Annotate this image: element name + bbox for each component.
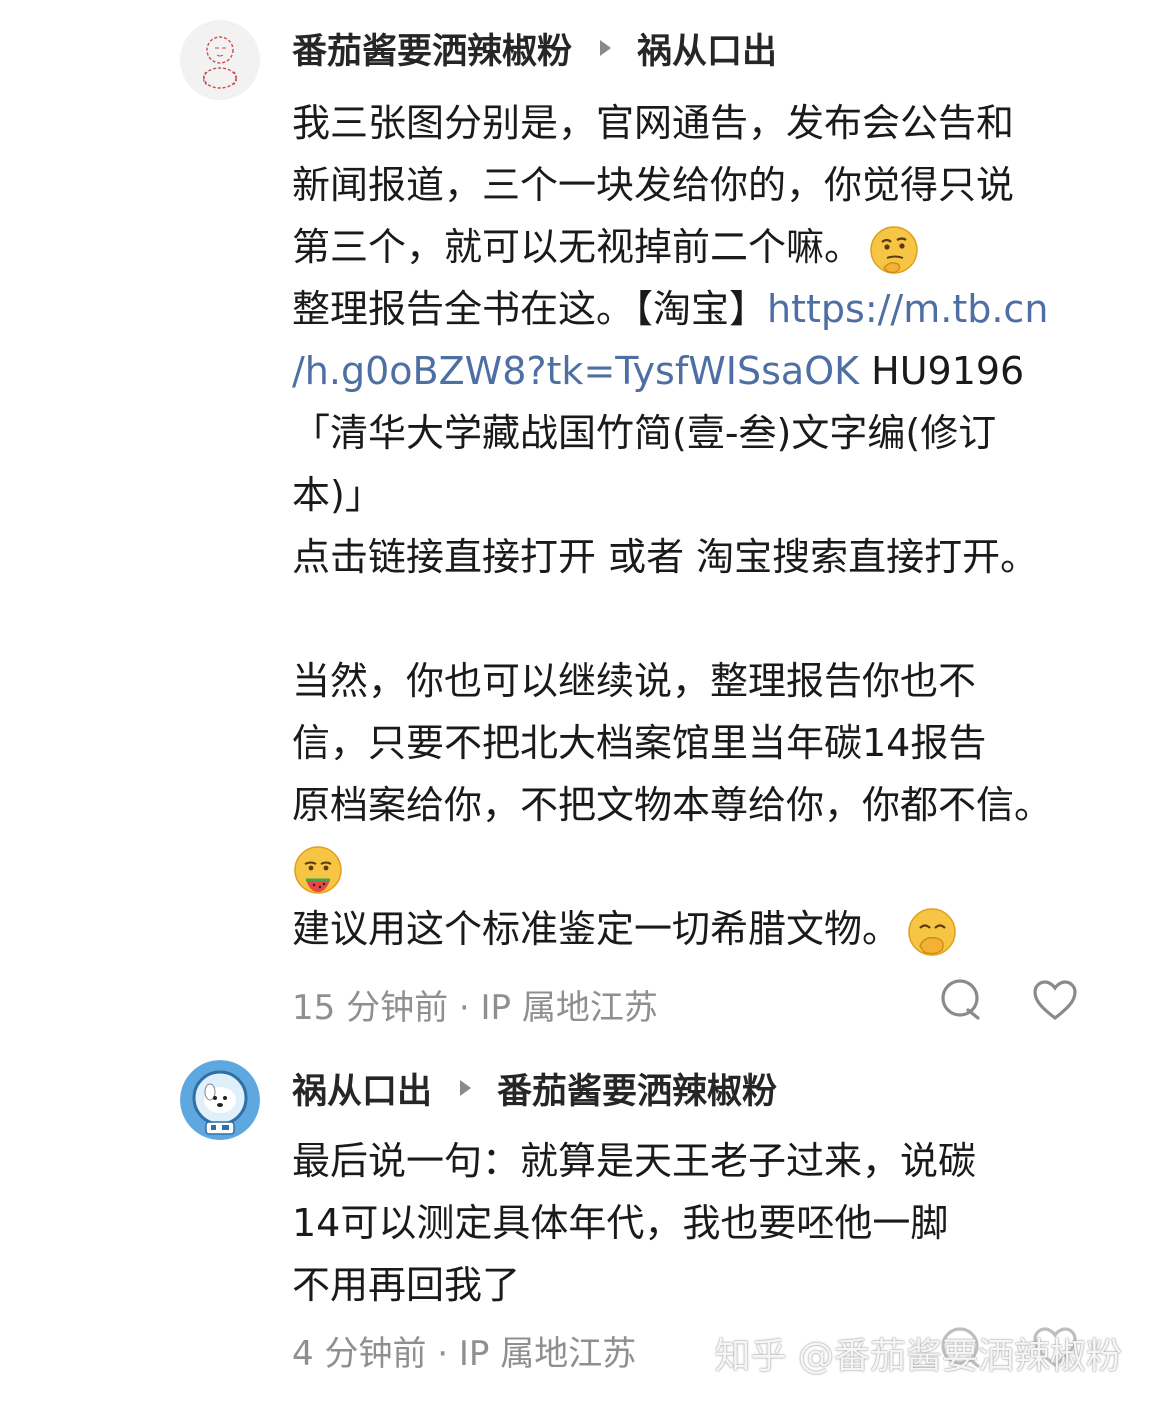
comment-header: 番茄酱要洒辣椒粉 祸从口出 [292,20,777,76]
comment-line: 新闻报道，三个一块发给你的，你觉得只说 [292,163,1015,207]
comment-line-text: HU9196 [859,349,1025,393]
author-name[interactable]: 番茄酱要洒辣椒粉 [292,23,572,74]
thinking-emoji-icon [870,225,918,274]
reply-to-name[interactable]: 祸从口出 [637,23,777,74]
taobao-link[interactable]: https://m.tb.cn [767,287,1048,331]
avatar[interactable] [180,20,260,100]
reply-to-name[interactable]: 番茄酱要洒辣椒粉 [497,1063,777,1114]
comment-line: 建议用这个标准鉴定一切希腊文物。 [292,898,1102,960]
taobao-link[interactable]: /h.g0oBZW8?tk=TysfWISsaOK [292,349,859,393]
comment-line: 点击链接直接打开 或者 淘宝搜索直接打开。 [292,535,1039,579]
like-heart-icon[interactable] [1032,978,1078,1024]
comment-line: 本)」 [292,473,383,517]
comment-line [292,836,1102,898]
reply-icon[interactable] [938,977,984,1023]
comment-line-text: 整理报告全书在这。【淘宝】 [292,287,768,331]
comment-line: 不用再回我了 [292,1263,521,1307]
comment-meta: 4 分钟前 · IP 属地江苏 [292,1334,637,1374]
comment-line: 整理报告全书在这。【淘宝】https://m.tb.cn [292,278,1102,340]
covering-mouth-emoji-icon [908,907,956,956]
comment-text: 最后说一句：就算是天王老子过来，说碳 14可以测定具体年代，我也要呸他一脚 不用… [292,1130,1102,1316]
comment-line: 「清华大学藏战国竹简(壹-叁)文字编(修订 [292,411,997,455]
reply-arrow-icon [460,1080,472,1096]
reply-arrow-icon [600,40,612,56]
author-name[interactable]: 祸从口出 [292,1063,432,1114]
comment-meta: 15 分钟前 · IP 属地江苏 [292,988,658,1028]
comment-line: /h.g0oBZW8?tk=TysfWISsaOK HU9196 [292,340,1102,402]
comment-line-text: 建议用这个标准鉴定一切希腊文物。 [292,907,901,951]
watermark: 知乎 @番茄酱要洒辣椒粉 [714,1336,1122,1377]
comment-line: 我三张图分别是，官网通告，发布会公告和 [292,101,1015,145]
comment-line: 最后说一句：就算是天王老子过来，说碳 [292,1139,977,1183]
comment-line: 原档案给你，不把文物本尊给你，你都不信。 [292,783,1053,827]
comment-line: 信，只要不把北大档案馆里当年碳14报告 [292,721,987,765]
comment-header: 祸从口出 番茄酱要洒辣椒粉 [292,1060,777,1116]
comment-line-text: 第三个，就可以无视掉前二个嘛。 [292,225,863,269]
comment-text: 我三张图分别是，官网通告，发布会公告和 新闻报道，三个一块发给你的，你觉得只说 … [292,92,1102,960]
avatar[interactable] [180,1060,260,1140]
comment-line: 14可以测定具体年代，我也要呸他一脚 [292,1201,949,1245]
comment-line: 第三个，就可以无视掉前二个嘛。 [292,216,1102,278]
comment-line: 当然，你也可以继续说，整理报告你也不 [292,659,977,703]
watermelon-eating-emoji-icon [294,845,342,894]
